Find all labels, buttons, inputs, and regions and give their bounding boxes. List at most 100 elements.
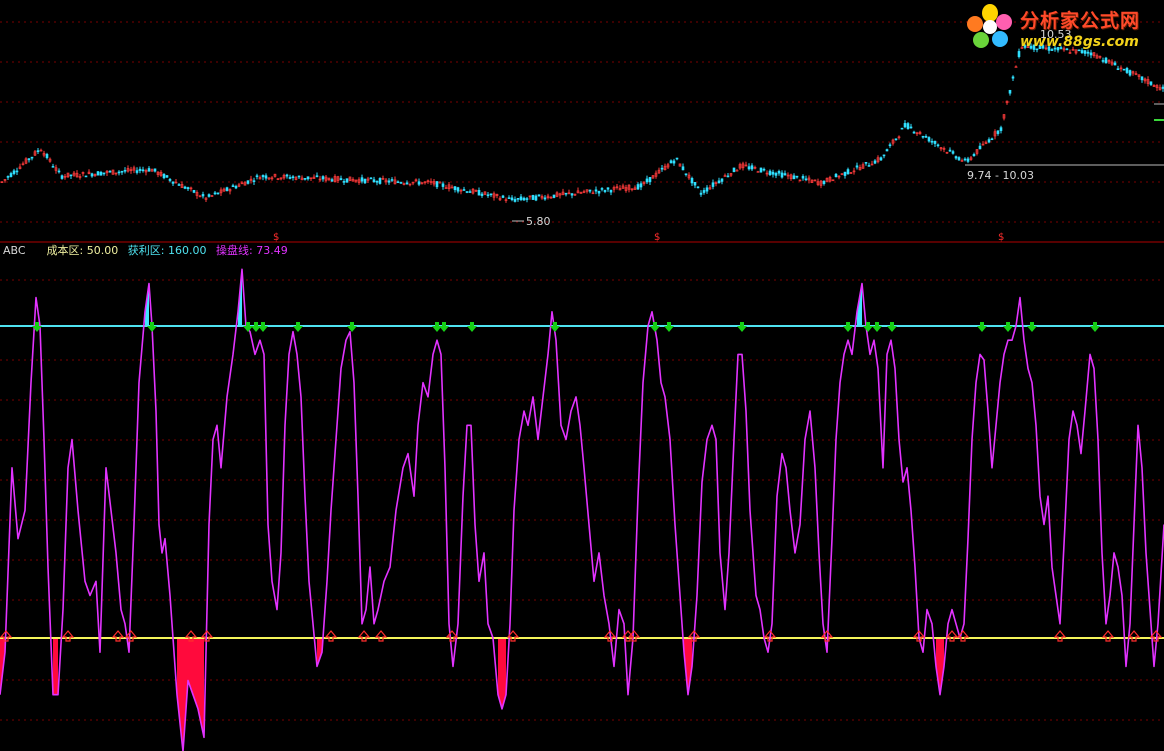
candle-body [750,165,754,170]
price-annotations: 5.80 9.74 - 10.03 10.53 $ $ $ [273,28,1164,243]
candle-body [1122,68,1126,71]
profit-zone-value: 160.00 [168,244,207,257]
candle-body [441,183,445,187]
candle-body [306,176,310,180]
candle-body [519,196,523,200]
candle-body [684,173,688,176]
buy-arrow-icon [1053,630,1067,642]
candle-body [456,187,460,192]
candle-body [912,131,916,134]
sell-arrow-icon [650,322,660,332]
candle-body [201,194,205,197]
candle-body [6,176,10,178]
sell-arrow-icon [1090,322,1100,332]
buy-arrow-icon [945,630,959,642]
candle-body [732,167,736,173]
signal-marker: $ [273,232,279,243]
candle-body [51,166,55,168]
candle-body [822,180,826,184]
candle-body [903,123,907,128]
site-logo[interactable]: 分析家公式网 www.88gs.com [962,2,1162,54]
candle-body [462,189,466,191]
candle-body [9,173,13,177]
candle-body [909,126,913,129]
chart-canvas: 5.80 9.74 - 10.03 10.53 $ $ $ [0,21,1164,751]
candle-body [693,181,697,186]
candle-body [36,150,40,153]
candle-body [966,158,970,162]
candle-body [921,135,925,138]
candle-body [570,193,574,196]
candle-body [543,197,547,200]
candle-body [117,171,121,174]
candle-body [90,173,94,177]
sell-arrow-icon [293,322,303,332]
candle-body [1140,76,1144,81]
candle-body [207,194,211,197]
candle-body [108,170,112,173]
candle-body [696,186,700,189]
candle-body [1008,90,1012,94]
sell-arrow-icon [843,322,853,332]
candle-body [537,194,541,197]
candle-body [954,156,958,159]
candle-body [510,197,514,201]
candle-body [1113,62,1117,66]
candle-body [246,180,250,184]
candle-body [600,188,604,190]
candle-body [363,178,367,184]
sell-arrow-icon [1027,322,1037,332]
candle-body [417,181,421,185]
candle-body [699,192,703,195]
candle-body [261,175,265,178]
candle-body [15,170,19,173]
candle-body [435,181,439,188]
candle-body [900,127,904,130]
candle-body [759,167,763,173]
candle-body [564,192,568,195]
candle-body [711,182,715,187]
candle-body [468,191,472,193]
candle-body [138,168,142,171]
sell-arrow-icon [1003,322,1013,332]
candle-body [438,181,442,184]
sell-arrow-icon [243,322,253,332]
candle-body [360,177,364,182]
candle-body [924,136,928,138]
candle-body [867,165,871,167]
candle-body [843,171,847,176]
sell-arrow-icon [664,322,674,332]
sell-arrow-icon [467,322,477,332]
candle-body [957,157,961,161]
trade-line-value: 73.49 [256,244,288,257]
sell-arrow-icon [737,322,747,332]
candle-body [183,186,187,189]
candle-body [234,186,238,189]
buy-arrow-icon [111,630,125,642]
sell-arrow-icon [887,322,897,332]
candle-body [906,123,910,129]
candle-body [399,182,403,184]
logo-title: 分析家公式网 [1020,10,1141,32]
candle-body [636,184,640,190]
candle-body [291,176,295,178]
candle-body [303,178,307,180]
candle-body [165,175,169,178]
logo-url: www.88gs.com [1020,34,1139,50]
candle-body [801,176,805,179]
candle-body [522,197,526,201]
cost-fill [53,638,58,695]
candle-body [795,175,799,178]
candle-body [930,140,934,143]
trade-line [0,268,1164,751]
range-label: 9.74 - 10.03 [967,169,1034,182]
candle-body [297,175,301,178]
candle-body [255,175,259,178]
candle-body [882,154,886,157]
candle-body [792,175,796,180]
candle-body [372,179,376,182]
candle-body [1011,76,1015,79]
candle-body [405,182,409,185]
candle-body [339,178,343,181]
buy-arrow-icon [374,630,388,642]
